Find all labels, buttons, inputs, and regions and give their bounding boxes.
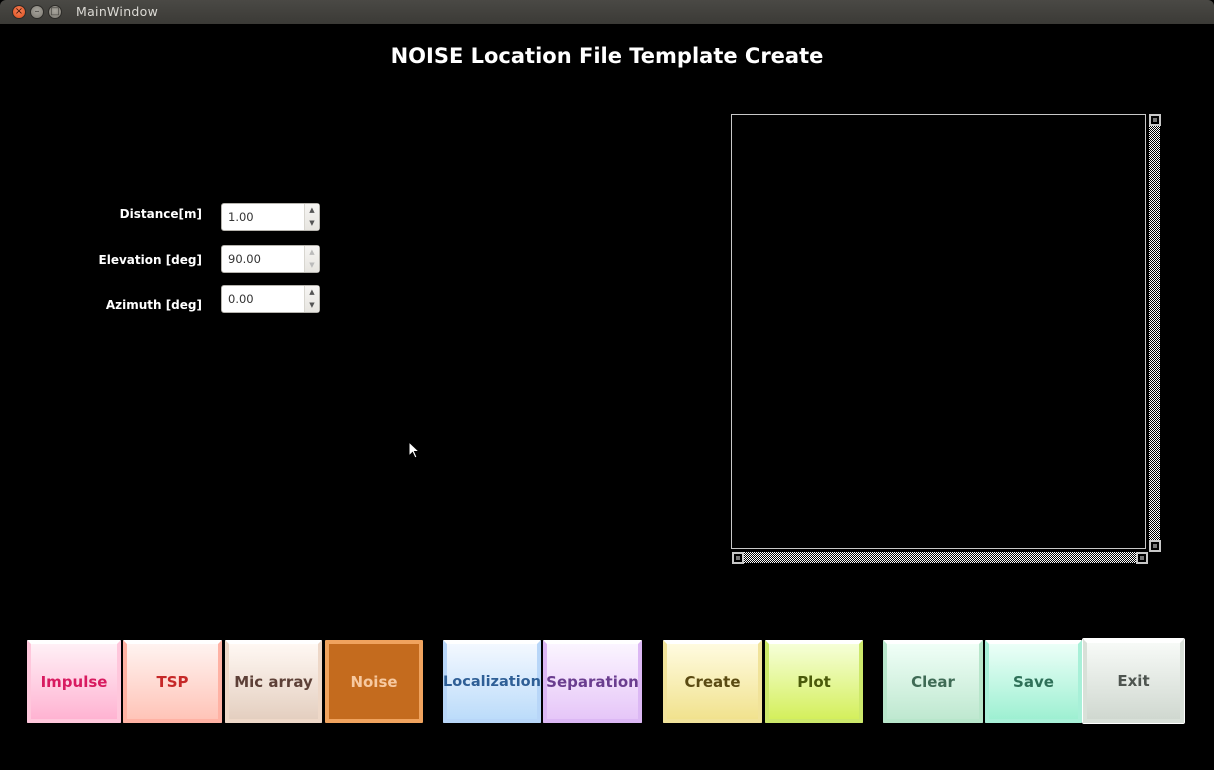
- window-titlebar: × – □ MainWindow: [0, 0, 1214, 24]
- close-icon: ×: [14, 6, 24, 17]
- maximize-icon: □: [50, 6, 60, 17]
- scroll-down-button[interactable]: [1149, 540, 1161, 552]
- window-close-button[interactable]: ×: [12, 5, 26, 19]
- window-minimize-button[interactable]: –: [30, 5, 44, 19]
- window-title: MainWindow: [76, 4, 159, 19]
- azimuth-spinbox[interactable]: 0.00 ▲ ▼: [221, 285, 320, 313]
- scroll-left-button[interactable]: [732, 552, 744, 564]
- vertical-scrollbar[interactable]: [1149, 126, 1160, 540]
- scroll-right-icon: [1140, 556, 1144, 560]
- azimuth-value[interactable]: 0.00: [228, 292, 254, 306]
- exit-button[interactable]: Exit: [1082, 638, 1185, 724]
- plot-canvas[interactable]: [731, 114, 1146, 549]
- spin-down-icon[interactable]: ▼: [305, 259, 319, 272]
- localization-button[interactable]: Localization: [443, 640, 541, 723]
- save-button[interactable]: Save: [985, 640, 1082, 723]
- clear-button[interactable]: Clear: [883, 640, 983, 723]
- scroll-left-icon: [736, 556, 740, 560]
- scroll-up-button[interactable]: [1149, 114, 1161, 126]
- distance-spin-arrows: ▲ ▼: [304, 204, 319, 230]
- spin-up-icon[interactable]: ▲: [305, 286, 319, 299]
- window-maximize-button[interactable]: □: [48, 5, 62, 19]
- elevation-label: Elevation [deg]: [98, 253, 202, 267]
- spin-up-icon[interactable]: ▲: [305, 204, 319, 217]
- plot-button[interactable]: Plot: [765, 640, 863, 723]
- elevation-spin-arrows: ▲ ▼: [304, 246, 319, 272]
- distance-label: Distance[m]: [119, 207, 202, 221]
- spin-down-icon[interactable]: ▼: [305, 299, 319, 312]
- separation-button[interactable]: Separation: [543, 640, 642, 723]
- horizontal-scrollbar[interactable]: [744, 552, 1136, 563]
- spin-down-icon[interactable]: ▼: [305, 217, 319, 230]
- impulse-button[interactable]: Impulse: [27, 640, 121, 723]
- elevation-value[interactable]: 90.00: [228, 252, 261, 266]
- distance-spinbox[interactable]: 1.00 ▲ ▼: [221, 203, 320, 231]
- noise-button[interactable]: Noise: [325, 640, 423, 723]
- minimize-icon: –: [34, 6, 40, 17]
- create-button[interactable]: Create: [663, 640, 762, 723]
- page-title: NOISE Location File Template Create: [390, 44, 824, 68]
- scroll-down-icon: [1153, 544, 1157, 548]
- mouse-cursor-icon: [408, 441, 420, 459]
- azimuth-spin-arrows: ▲ ▼: [304, 286, 319, 312]
- scroll-up-icon: [1153, 118, 1157, 122]
- spin-up-icon[interactable]: ▲: [305, 246, 319, 259]
- distance-value[interactable]: 1.00: [228, 210, 254, 224]
- azimuth-label: Azimuth [deg]: [105, 298, 202, 312]
- tsp-button[interactable]: TSP: [123, 640, 222, 723]
- scroll-right-button[interactable]: [1136, 552, 1148, 564]
- mic-array-button[interactable]: Mic array: [225, 640, 322, 723]
- elevation-spinbox[interactable]: 90.00 ▲ ▼: [221, 245, 320, 273]
